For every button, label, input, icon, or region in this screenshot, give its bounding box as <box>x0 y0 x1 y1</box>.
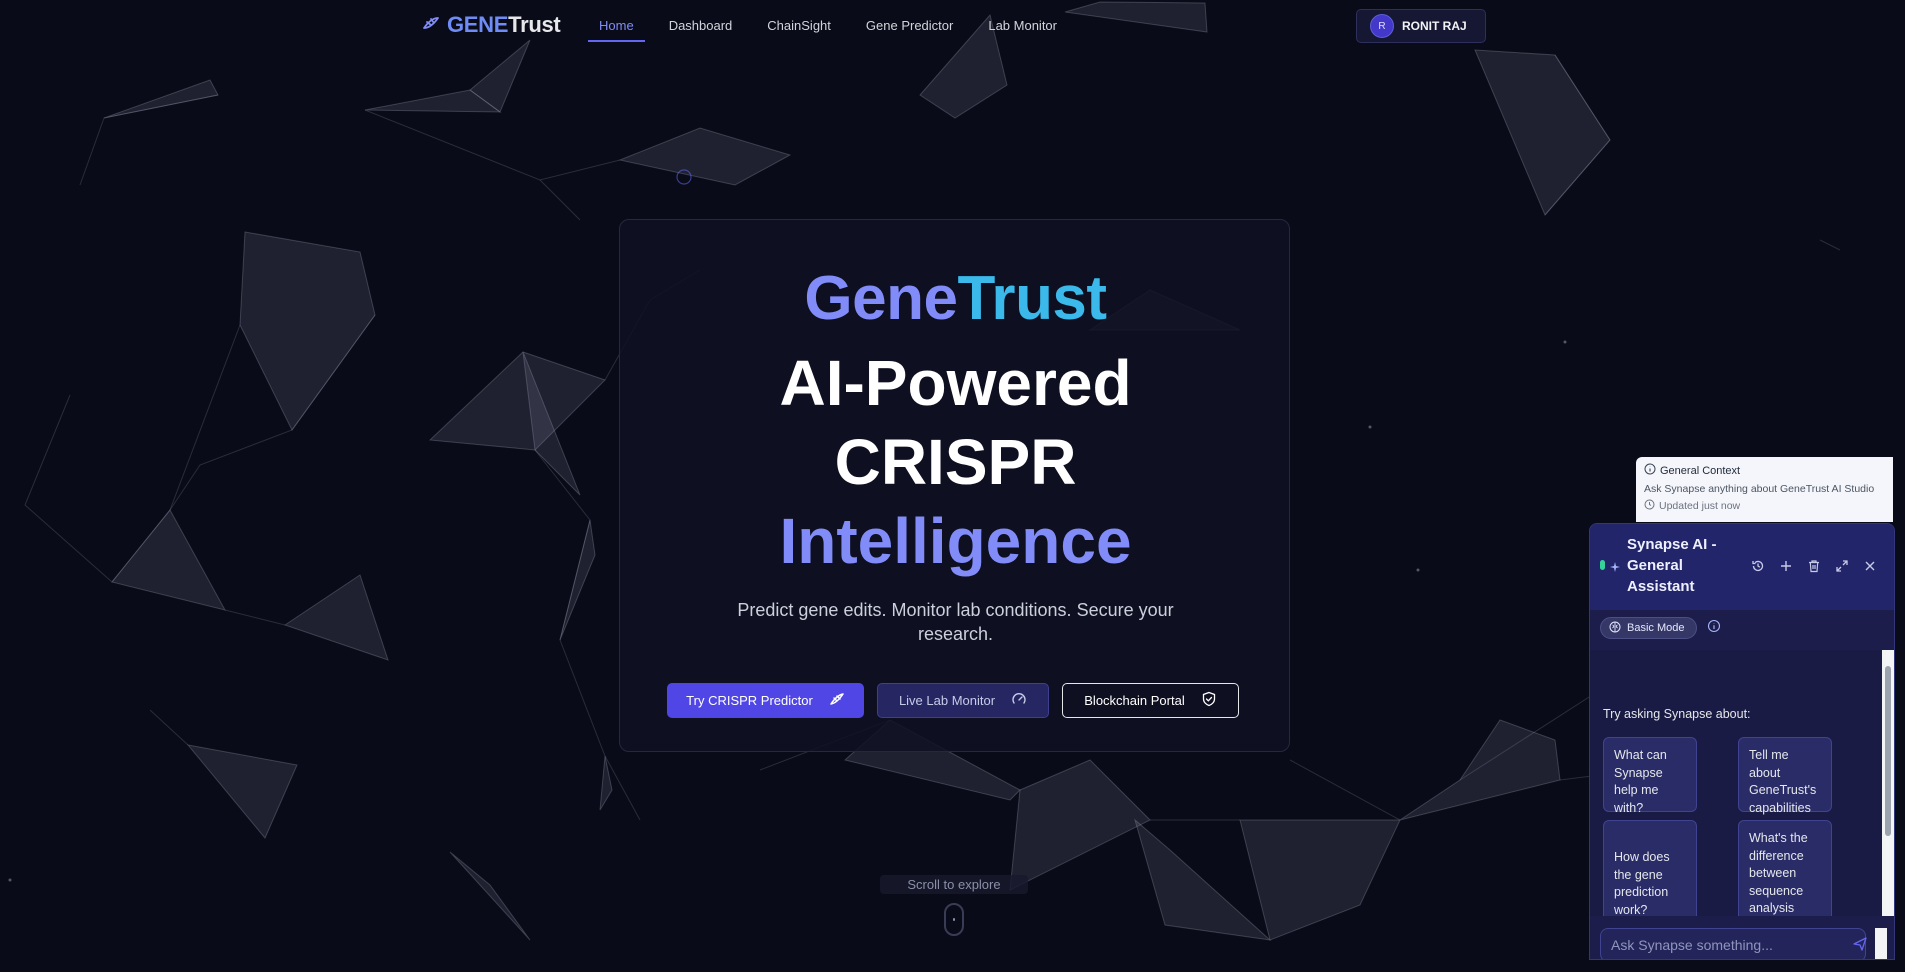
mode-label: Basic Mode <box>1627 622 1685 634</box>
suggestion-chip[interactable]: Tell me about GeneTrust's capabilities <box>1738 737 1832 815</box>
brain-icon <box>1609 621 1621 636</box>
info-icon <box>1644 463 1656 478</box>
hero-subtitle: Predict gene edits. Monitor lab conditio… <box>737 600 1174 644</box>
nav-links: Home Dashboard ChainSight Gene Predictor… <box>588 0 1081 42</box>
hero-card: GeneTrust AI-Powered CRISPR Intelligence… <box>619 219 1290 752</box>
chat-input[interactable] <box>1600 928 1866 959</box>
headline-line1: AI-Powered <box>779 347 1132 419</box>
suggestion-chip[interactable]: What can Synapse help me with? <box>1603 737 1697 815</box>
secondary-button-label: Live Lab Monitor <box>898 693 996 708</box>
context-card: General Context Ask Synapse anything abo… <box>1636 457 1893 522</box>
nav-link-gene-predictor[interactable]: Gene Predictor <box>855 0 964 42</box>
clock-icon <box>1644 499 1655 513</box>
online-status-indicator <box>1600 560 1605 570</box>
context-description: Ask Synapse anything about GeneTrust AI … <box>1644 483 1875 495</box>
hero-headline: AI-Powered CRISPR Intelligence <box>620 344 1291 581</box>
chat-header-actions <box>1750 558 1878 574</box>
input-scrollbar[interactable] <box>1875 928 1887 959</box>
nav-link-chainsight[interactable]: ChainSight <box>756 0 842 42</box>
primary-button-label: Try CRISPR Predictor <box>686 693 813 708</box>
suggestions-label: Try asking Synapse about: <box>1603 707 1751 721</box>
context-title-row: General Context <box>1644 463 1885 478</box>
mode-row: Basic Mode <box>1600 617 1721 639</box>
chat-header: Synapse AI - General Assistant <box>1590 524 1894 610</box>
chat-scrollbar[interactable] <box>1882 650 1894 916</box>
user-name: RONIT RAJ <box>1402 19 1467 33</box>
close-icon[interactable] <box>1862 558 1878 574</box>
gauge-icon <box>1011 691 1027 710</box>
logo[interactable]: GENETrust <box>421 12 561 38</box>
chat-scroll-thumb[interactable] <box>1885 666 1891 836</box>
brand-part2: Trust <box>957 264 1107 333</box>
history-icon[interactable] <box>1750 558 1766 574</box>
blockchain-portal-button[interactable]: Blockchain Portal <box>1062 683 1239 718</box>
nav-link-lab-monitor[interactable]: Lab Monitor <box>977 0 1068 42</box>
suggestion-chip[interactable]: How does the gene prediction work? <box>1603 820 1697 925</box>
scroll-mouse-icon[interactable] <box>944 903 964 936</box>
trash-icon[interactable] <box>1806 558 1822 574</box>
basic-mode-toggle[interactable]: Basic Mode <box>1600 617 1698 639</box>
avatar: R <box>1370 14 1394 38</box>
context-title: General Context <box>1660 464 1741 477</box>
context-updated: Updated just now <box>1659 500 1741 512</box>
synapse-chat-panel: Synapse AI - General Assistant Basic Mod… <box>1589 523 1895 960</box>
try-crispr-predictor-button[interactable]: Try CRISPR Predictor <box>667 683 864 718</box>
headline-line2: CRISPR <box>834 426 1077 498</box>
scroll-hint: Scroll to explore <box>880 875 1028 894</box>
logo-part1: GENE <box>447 12 509 37</box>
top-navbar: GENETrust Home Dashboard ChainSight Gene… <box>0 0 1905 52</box>
send-icon[interactable] <box>1852 936 1868 957</box>
sparkle-icon <box>1610 559 1620 577</box>
hero-brand: GeneTrust <box>620 263 1291 334</box>
outline-button-label: Blockchain Portal <box>1084 693 1185 708</box>
nav-link-dashboard[interactable]: Dashboard <box>658 0 744 42</box>
logo-part2: Trust <box>508 12 561 37</box>
expand-icon[interactable] <box>1834 558 1850 574</box>
chat-messages: Try asking Synapse about: What can Synap… <box>1590 650 1894 933</box>
headline-line3: Intelligence <box>779 505 1132 577</box>
plus-icon[interactable] <box>1778 558 1794 574</box>
live-lab-monitor-button[interactable]: Live Lab Monitor <box>877 683 1049 718</box>
logo-text: GENETrust <box>447 12 561 38</box>
hero-buttons: Try CRISPR Predictor Live Lab Monitor Bl… <box>667 683 1239 718</box>
info-icon[interactable] <box>1707 619 1721 638</box>
shield-check-icon <box>1201 691 1217 710</box>
context-updated-row: Updated just now <box>1644 499 1885 513</box>
brand-part1: Gene <box>804 264 958 333</box>
chat-input-area <box>1590 916 1894 959</box>
user-menu-button[interactable]: R RONIT RAJ <box>1356 9 1486 43</box>
dna-icon <box>829 691 845 710</box>
dna-icon <box>421 13 441 38</box>
chat-title: Synapse AI - General Assistant <box>1627 536 1717 595</box>
nav-link-home[interactable]: Home <box>588 0 645 42</box>
scroll-mouse-dot <box>953 918 955 921</box>
suggestion-chip[interactable]: What's the difference between sequence a… <box>1738 820 1832 933</box>
